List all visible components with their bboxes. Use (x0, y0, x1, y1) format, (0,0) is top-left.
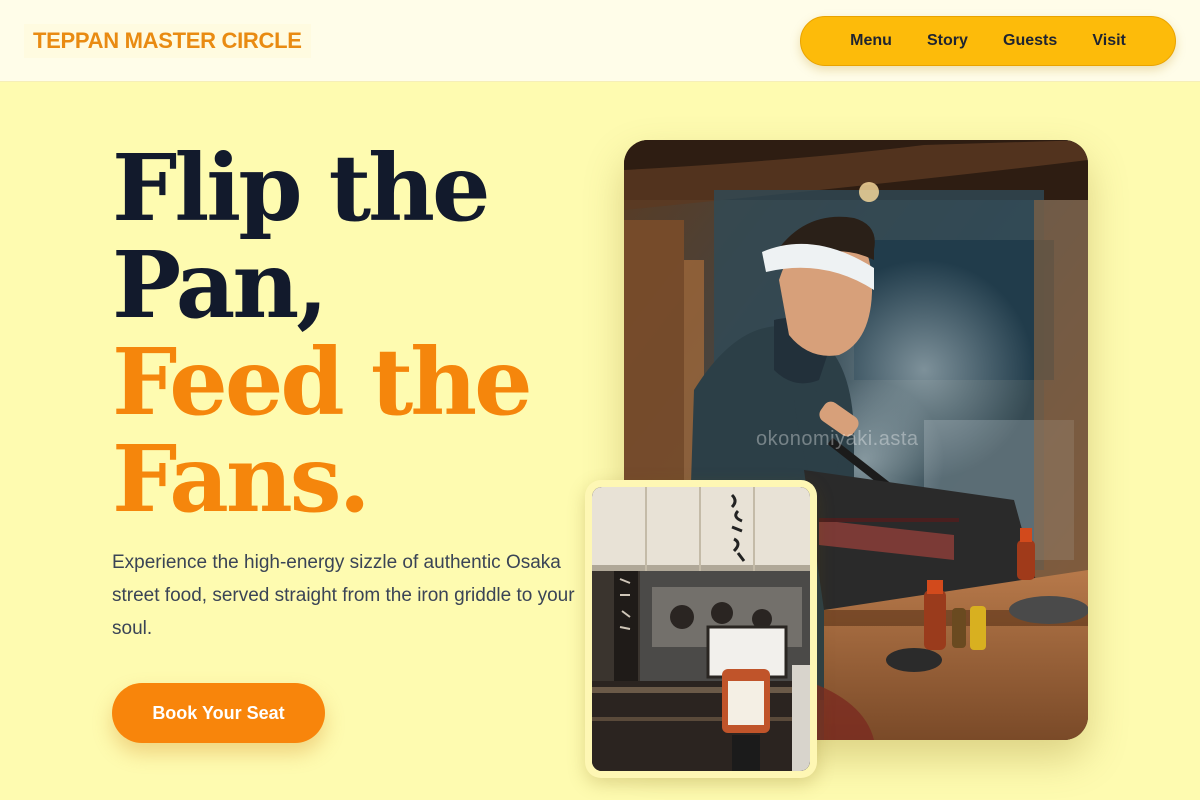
nav-item-menu[interactable]: Menu (844, 28, 898, 54)
hero-title-line-3: Feed the (112, 328, 533, 436)
hero-title: Flip the Pan, Feed the Fans. (112, 140, 582, 528)
hero-title-line-1: Flip the (112, 134, 491, 242)
book-seat-button[interactable]: Book Your Seat (112, 683, 325, 743)
site-header: TEPPAN MASTER CIRCLE Menu Story Guests V… (0, 0, 1200, 82)
nav-item-guests[interactable]: Guests (997, 28, 1063, 54)
brand-logo[interactable]: TEPPAN MASTER CIRCLE (24, 24, 311, 58)
main-nav: Menu Story Guests Visit (800, 16, 1176, 66)
storefront-photo (592, 487, 810, 771)
hero-title-line-4: Fans. (112, 425, 371, 533)
storefront-illustration (592, 487, 810, 771)
nav-item-visit[interactable]: Visit (1086, 28, 1132, 54)
main-photo-watermark: okonomiyaki.asta (756, 428, 919, 450)
storefront-photo-frame (585, 480, 817, 778)
hero-description: Experience the high-energy sizzle of aut… (112, 552, 575, 639)
hero-title-line-2: Pan, (112, 231, 328, 339)
nav-item-story[interactable]: Story (921, 28, 974, 54)
